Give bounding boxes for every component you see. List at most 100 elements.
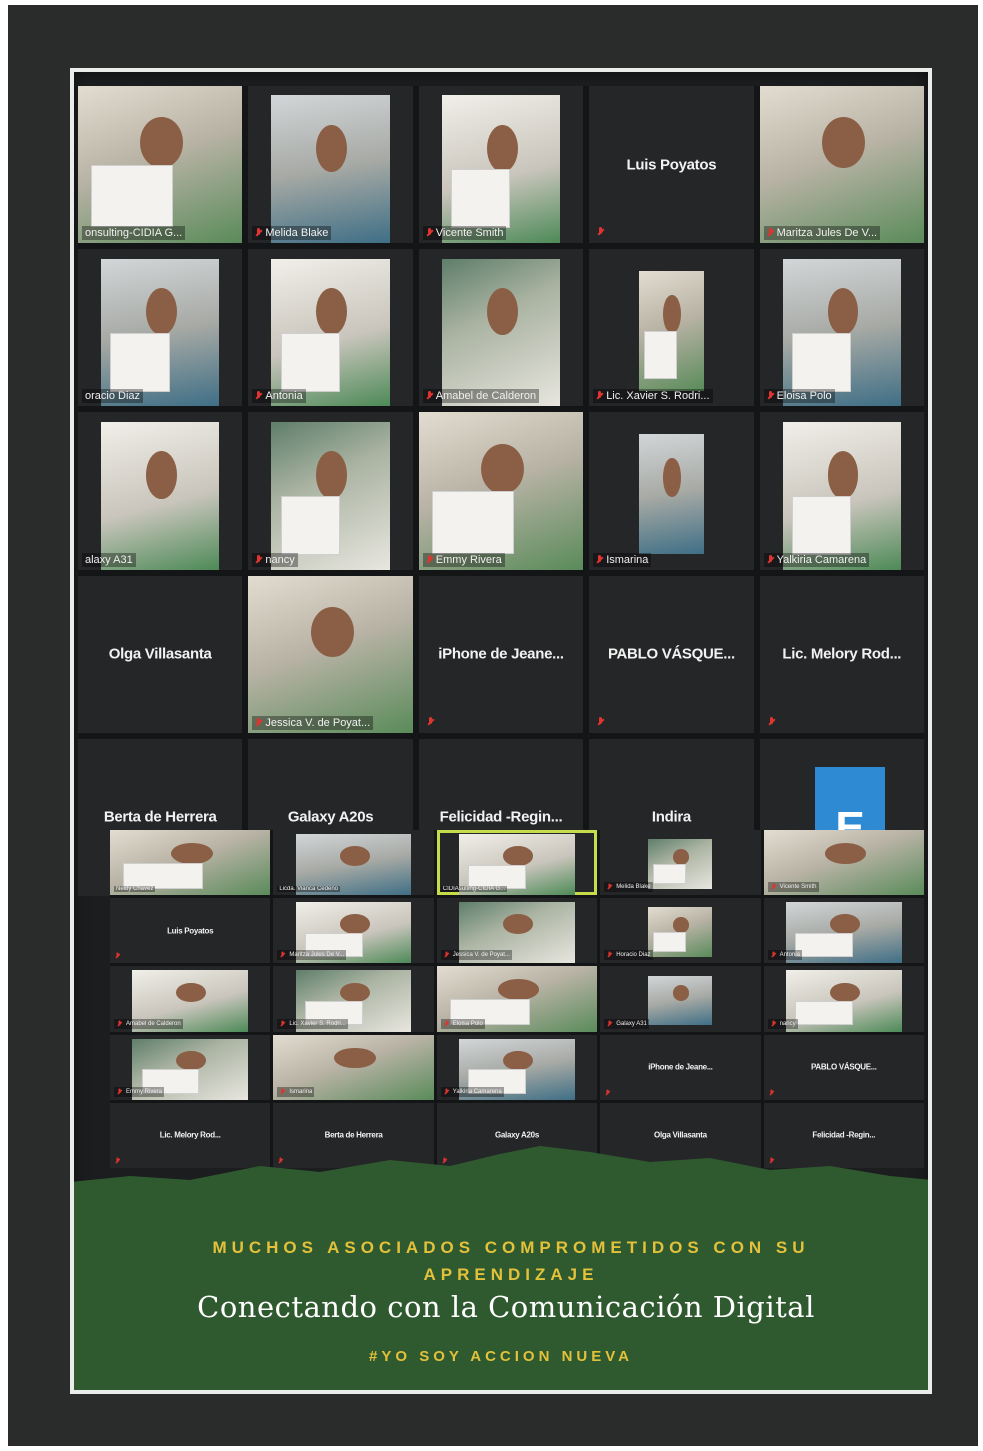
mic-muted-icon <box>426 391 433 401</box>
participant-tile[interactable]: iPhone de Jeane... <box>600 1034 761 1100</box>
participant-tile[interactable]: Amabel de Calderon <box>418 249 584 407</box>
participant-video <box>648 839 713 889</box>
participant-video <box>271 421 390 570</box>
participant-video <box>271 258 390 407</box>
participant-tile[interactable]: Maritza Jules De V... <box>759 86 924 244</box>
participant-tile[interactable]: Melida Blake <box>248 86 413 244</box>
participant-tile[interactable]: Ismarina <box>589 412 754 570</box>
meeting-grid-main: onsulting-CIDIA G... Melida Blake Vicente … <box>78 86 924 896</box>
participant-tile[interactable]: Galaxy A31 <box>600 966 761 1032</box>
participant-tile[interactable]: alaxy A31 <box>78 412 243 570</box>
participant-tile[interactable]: iPhone de Jeane... <box>418 575 584 733</box>
participant-tile[interactable]: Eloisa Polo <box>759 249 924 407</box>
participant-silhouette <box>497 979 540 1001</box>
participant-video <box>101 421 220 570</box>
participant-tile[interactable]: Luis Poyatos <box>589 86 754 244</box>
participant-name: Maritza Jules De V... <box>776 227 878 240</box>
participant-tile[interactable]: nancy <box>248 412 413 570</box>
handwritten-sign <box>280 495 341 555</box>
participant-name: Licda. Vianca Cedeño <box>279 886 338 893</box>
participant-name: Galaxy A20s <box>287 808 374 826</box>
participant-silhouette <box>170 843 213 864</box>
subtitle: Conectando con la Comunicación Digital <box>197 1290 815 1324</box>
participant-tile[interactable]: Jessica V. de Poyat... <box>248 575 413 733</box>
participant-name: Emmy Rivera <box>126 1088 163 1095</box>
participant-silhouette <box>503 914 534 934</box>
mic-muted-icon <box>426 228 433 238</box>
participant-name-label: onsulting-CIDIA G... <box>82 226 186 241</box>
participant-tile[interactable]: Vicente Smith <box>763 830 924 896</box>
participant-tile[interactable]: Eloisa Polo <box>436 966 598 1032</box>
participant-name: Eloisa Polo <box>452 1020 483 1027</box>
participant-tile[interactable]: onsulting-CIDIA G... <box>78 86 243 244</box>
participant-name-label: Licda. Vianca Cedeño <box>277 886 340 893</box>
participant-name: Amabel de Calderon <box>126 1020 181 1027</box>
participant-video <box>248 575 413 733</box>
handwritten-sign <box>280 332 341 392</box>
participant-name-label: Yalkiria Camarena <box>763 552 870 567</box>
participant-tile[interactable]: Melida Blake <box>600 830 761 896</box>
participant-name-label: Vicente Smith <box>422 226 507 241</box>
participant-silhouette <box>334 1047 377 1069</box>
participant-tile[interactable]: nancy <box>763 966 924 1032</box>
handwritten-sign <box>431 490 515 554</box>
participant-silhouette <box>339 914 370 934</box>
participant-tile[interactable]: Maritza Jules De V... <box>273 898 434 964</box>
mic-muted-icon <box>115 952 120 960</box>
participant-tile[interactable]: Antonia <box>763 898 924 964</box>
participant-tile[interactable]: Yalkiria Camarena <box>436 1034 598 1100</box>
mic-muted-icon <box>444 1020 449 1027</box>
participant-tile[interactable]: oracio Diaz <box>78 249 243 407</box>
participant-tile[interactable]: Yalkiria Camarena <box>759 412 924 570</box>
participant-video <box>638 271 705 391</box>
participant-name: Olga Villasanta <box>108 645 212 663</box>
participant-tile[interactable]: Emmy Rivera <box>418 412 584 570</box>
participant-name-label: Horacio Diaz <box>604 950 653 961</box>
participant-name: alaxy A31 <box>85 553 133 566</box>
participant-name: oracio Diaz <box>85 390 141 403</box>
participant-tile[interactable]: Horacio Diaz <box>600 898 761 964</box>
participant-tile[interactable]: PABLO VÁSQUE... <box>763 1034 924 1100</box>
participant-tile[interactable]: Vicente Smith <box>418 86 584 244</box>
participant-silhouette <box>663 458 681 497</box>
participant-name-label: Maritza Jules De V... <box>277 950 347 961</box>
participant-silhouette <box>145 451 177 499</box>
participant-tile[interactable]: Emmy Rivera <box>110 1034 271 1100</box>
participant-tile[interactable]: Amabel de Calderon <box>110 966 271 1032</box>
participant-name: Jessica V. de Poyat... <box>452 952 510 959</box>
participant-name-label: CIDIAsulting-CIDIA G... <box>440 886 508 893</box>
mic-muted-icon <box>280 1020 285 1027</box>
participant-name-label: Vicente Smith <box>767 882 819 893</box>
participant-tile[interactable]: Jessica V. de Poyat... <box>436 898 598 964</box>
participant-tile[interactable]: Olga Villasanta <box>78 575 243 733</box>
mic-muted-icon <box>771 883 776 891</box>
participant-name-label: Lic. Xavier S. Rodri... <box>593 389 713 404</box>
participant-tile[interactable]: Lic. Melory Rod... <box>759 575 924 733</box>
handwritten-sign <box>122 862 204 889</box>
participant-silhouette <box>486 124 518 173</box>
participant-tile[interactable]: Neidy Chávez <box>110 830 271 896</box>
participant-name-label: Ismarina <box>277 1086 315 1097</box>
participant-tile[interactable]: Ismarina <box>273 1034 434 1100</box>
participant-tile[interactable]: Lic. Xavier S. Rodri... <box>589 249 754 407</box>
mic-muted-icon <box>596 554 603 565</box>
participant-name: Ismarina <box>289 1088 313 1095</box>
poster: onsulting-CIDIA G... Melida Blake Vicente … <box>70 68 932 1394</box>
participant-name: Vicente Smith <box>779 884 817 891</box>
participant-tile[interactable]: CIDIAsulting-CIDIA G... <box>436 830 598 896</box>
participant-name: Vicente Smith <box>435 227 504 240</box>
participant-name-label: Jessica V. de Poyat... <box>440 950 512 961</box>
participant-name: Yalkiria Camarena <box>452 1088 502 1095</box>
participant-tile[interactable]: Licda. Vianca Cedeño <box>273 830 434 896</box>
mic-muted-icon <box>768 716 775 727</box>
participant-tile[interactable]: Luis Poyatos <box>110 898 271 964</box>
participant-tile[interactable]: Lic. Xavier S. Rodri... <box>273 966 434 1032</box>
mic-muted-icon <box>771 1020 776 1027</box>
participant-name: iPhone de Jeane... <box>438 645 564 663</box>
handwritten-sign <box>451 169 511 229</box>
handwritten-sign <box>643 330 677 379</box>
participant-tile[interactable]: PABLO VÁSQUE... <box>589 575 754 733</box>
participant-tile[interactable]: Antonia <box>248 249 413 407</box>
mic-muted-icon <box>117 1088 122 1095</box>
mic-muted-icon <box>427 716 434 727</box>
